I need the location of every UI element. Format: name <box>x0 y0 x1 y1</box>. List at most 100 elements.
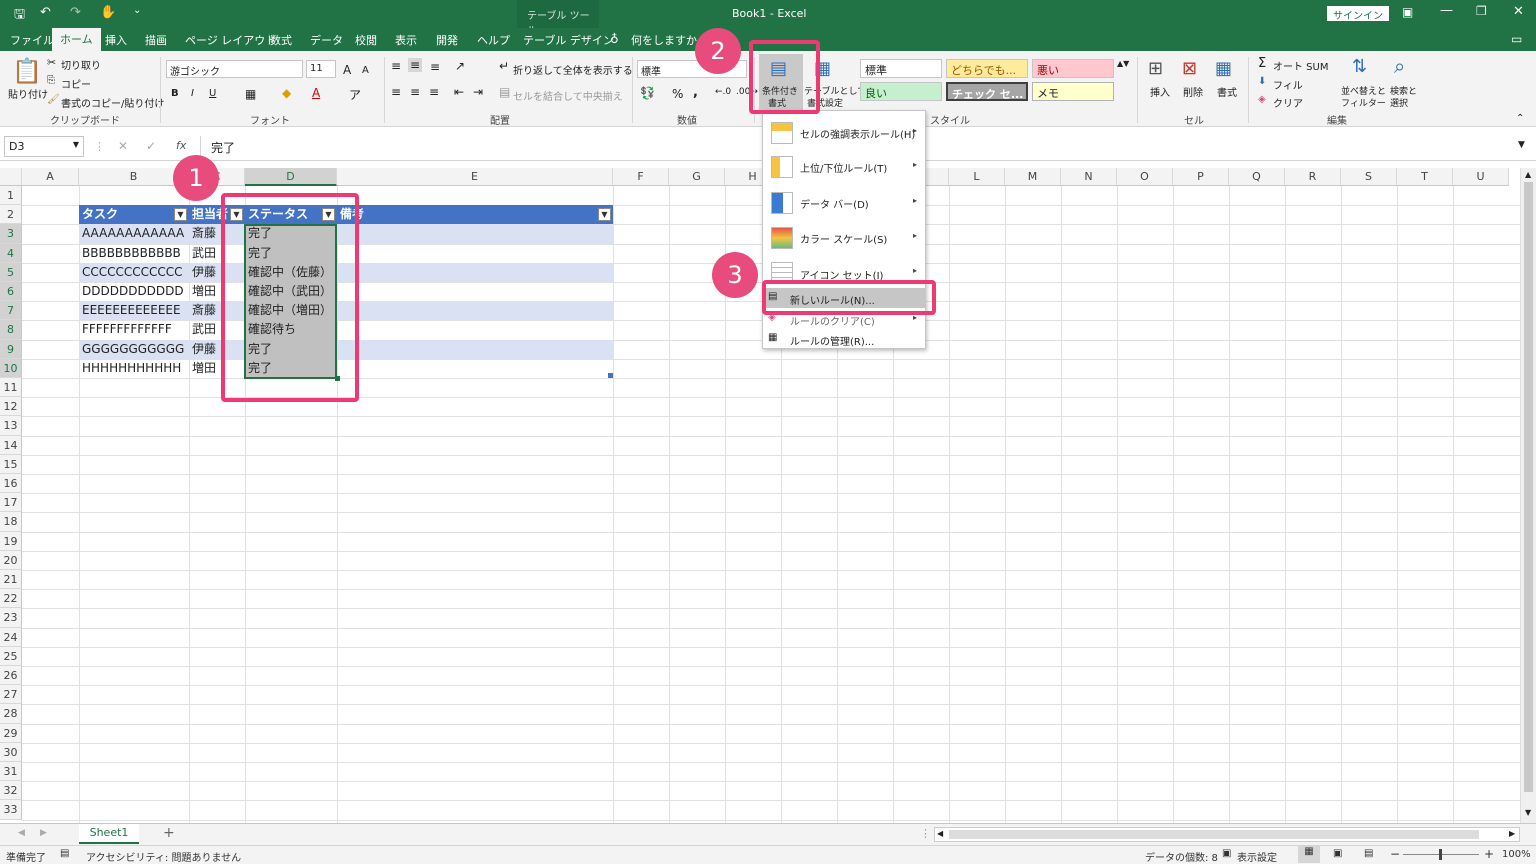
wrap-text-button[interactable]: 折り返して全体を表示する <box>513 62 633 77</box>
autosum-button[interactable]: オート SUM <box>1273 58 1328 73</box>
row-header-16[interactable]: 16 <box>0 474 22 494</box>
merge-center-button[interactable]: セルを結合して中央揃え <box>513 88 623 103</box>
font-size-select[interactable]: 11 <box>306 60 336 78</box>
table-cell[interactable]: EEEEEEEEEEEEE <box>79 301 189 321</box>
increase-decimal-icon[interactable]: ←.0 <box>715 87 731 97</box>
column-header-f[interactable]: F <box>613 168 669 186</box>
column-header-n[interactable]: N <box>1061 168 1117 186</box>
align-top-icon[interactable]: ≡ <box>391 59 401 73</box>
column-header-a[interactable]: A <box>22 168 79 186</box>
ribbon-display-icon[interactable]: ▣ <box>1402 5 1413 19</box>
row-header-12[interactable]: 12 <box>0 397 22 417</box>
sheet-tab-sheet1[interactable]: Sheet1 <box>79 824 139 844</box>
menu-item-color-scales[interactable]: カラー スケール(S) ▸ <box>763 222 925 254</box>
row-header-24[interactable]: 24 <box>0 627 22 647</box>
row-header-13[interactable]: 13 <box>0 416 22 436</box>
row-header-5[interactable]: 5 <box>0 262 22 282</box>
tab-review[interactable]: 校閲 <box>355 32 377 48</box>
column-header-r[interactable]: R <box>1285 168 1341 186</box>
row-header-1[interactable]: 1 <box>0 186 22 206</box>
cancel-icon[interactable]: ✕ <box>118 139 128 153</box>
find-select-icon[interactable]: ⌕ <box>1394 54 1405 78</box>
row-header-10[interactable]: 10 <box>0 358 22 378</box>
prev-sheet-icon[interactable]: ◀ <box>18 828 25 838</box>
tab-data[interactable]: データ <box>310 32 343 48</box>
normal-view-icon[interactable]: ▦ <box>1298 846 1320 863</box>
autosum-icon[interactable]: Σ <box>1258 56 1266 71</box>
undo-icon[interactable]: ↶ <box>40 5 51 20</box>
table-cell[interactable] <box>337 339 613 359</box>
page-layout-view-icon[interactable]: ▣ <box>1333 848 1342 859</box>
align-middle-icon[interactable]: ≡ <box>408 58 423 72</box>
style-neutral[interactable]: どちらでも... <box>946 59 1028 78</box>
table-cell[interactable] <box>337 282 613 301</box>
insert-cells-icon[interactable]: ⊞ <box>1148 58 1163 79</box>
enter-icon[interactable]: ✓ <box>146 139 156 153</box>
format-cells-button[interactable]: 書式 <box>1217 84 1237 99</box>
insert-function-icon[interactable]: fx <box>176 139 186 152</box>
sort-filter-icon[interactable]: ⇅ <box>1352 56 1367 77</box>
format-painter-icon[interactable]: 🖌 <box>47 94 60 105</box>
cut-button[interactable]: 切り取り <box>61 57 101 72</box>
column-header-g[interactable]: G <box>669 168 725 186</box>
style-bad[interactable]: 悪い <box>1032 59 1114 78</box>
row-header-26[interactable]: 26 <box>0 666 22 686</box>
horizontal-scroll-thumb[interactable] <box>949 830 1479 839</box>
fill-color-icon[interactable]: ◆ <box>282 86 291 100</box>
align-bottom-icon[interactable]: ≡ <box>430 60 440 74</box>
row-header-6[interactable]: 6 <box>0 282 22 302</box>
grow-font-button[interactable]: A <box>343 63 351 77</box>
delete-cells-button[interactable]: 削除 <box>1183 84 1203 99</box>
style-normal[interactable]: 標準 <box>860 59 942 78</box>
tab-file[interactable]: ファイル <box>10 32 54 48</box>
row-header-30[interactable]: 30 <box>0 742 22 762</box>
row-header-27[interactable]: 27 <box>0 685 22 705</box>
column-header-m[interactable]: M <box>1005 168 1061 186</box>
row-header-17[interactable]: 17 <box>0 493 22 513</box>
increase-indent-icon[interactable]: ⇥ <box>473 85 483 99</box>
column-header-t[interactable]: T <box>1397 168 1453 186</box>
tab-split-handle[interactable]: ⋮ <box>920 827 931 840</box>
vertical-scroll-thumb[interactable] <box>1524 182 1533 792</box>
table-cell[interactable]: HHHHHHHHHHH <box>79 359 189 378</box>
sort-filter-line2[interactable]: フィルター <box>1341 96 1386 109</box>
row-header-33[interactable]: 33 <box>0 800 22 820</box>
table-cell[interactable]: FFFFFFFFFFFFF <box>79 320 189 339</box>
next-sheet-icon[interactable]: ▶ <box>40 828 47 838</box>
save-icon[interactable]: 🖫 <box>14 5 25 27</box>
tab-developer[interactable]: 開発 <box>436 32 458 48</box>
close-icon[interactable]: ✕ <box>1513 4 1524 19</box>
row-header-21[interactable]: 21 <box>0 570 22 590</box>
styles-scroll-icon[interactable]: ▲▼ <box>1117 59 1129 68</box>
cut-icon[interactable]: ✂ <box>47 56 56 69</box>
tab-table-design[interactable]: テーブル デザイン <box>523 32 614 48</box>
collapse-ribbon-icon[interactable]: ⌃ <box>1516 113 1524 124</box>
table-header-cell[interactable]: 備考 <box>337 205 613 225</box>
row-header-28[interactable]: 28 <box>0 704 22 724</box>
column-header-e[interactable]: E <box>337 168 613 186</box>
menu-item-top-bottom-rules[interactable]: 上位/下位ルール(T) ▸ <box>763 151 925 183</box>
tab-view[interactable]: 表示 <box>395 32 417 48</box>
display-settings-icon[interactable]: ▣ <box>1222 848 1231 859</box>
select-all-corner[interactable] <box>0 168 22 186</box>
style-check-cell[interactable]: チェック セ... <box>946 82 1028 101</box>
customize-qat-icon[interactable]: ⌄ <box>133 5 141 16</box>
paste-icon[interactable]: 📋 <box>12 57 42 85</box>
vertical-scrollbar[interactable]: ▲ ▼ <box>1520 168 1536 823</box>
minimize-icon[interactable]: — <box>1440 3 1453 18</box>
row-header-29[interactable]: 29 <box>0 723 22 743</box>
zoom-level[interactable]: 100% <box>1502 849 1531 860</box>
row-header-25[interactable]: 25 <box>0 646 22 666</box>
row-header-20[interactable]: 20 <box>0 550 22 570</box>
row-header-18[interactable]: 18 <box>0 512 22 532</box>
row-header-22[interactable]: 22 <box>0 589 22 609</box>
tab-home[interactable]: ホーム <box>52 28 101 51</box>
expand-formula-icon[interactable]: ▼ <box>1518 140 1525 150</box>
row-header-9[interactable]: 9 <box>0 339 22 359</box>
scroll-down-icon[interactable]: ▼ <box>1525 808 1531 817</box>
column-header-o[interactable]: O <box>1117 168 1173 186</box>
column-header-d[interactable]: D <box>245 168 337 186</box>
comma-button[interactable]: , <box>693 85 698 100</box>
insert-cells-button[interactable]: 挿入 <box>1150 84 1170 99</box>
column-header-l[interactable]: L <box>949 168 1005 186</box>
